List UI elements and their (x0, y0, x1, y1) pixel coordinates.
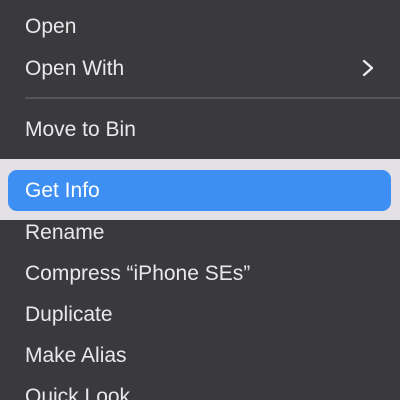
menu-item-open[interactable]: Open (25, 14, 76, 40)
menu-item-open-with[interactable]: Open With (25, 56, 124, 82)
menu-item-move-to-bin[interactable]: Move to Bin (25, 117, 136, 143)
menu-separator (25, 97, 400, 99)
menu-item-quick-look[interactable]: Quick Look (25, 384, 130, 400)
chevron-right-icon (362, 59, 374, 77)
menu-item-get-info[interactable]: Get Info (25, 178, 100, 204)
context-menu: Open Open With Move to Bin Get Info Rena… (0, 0, 400, 400)
menu-item-make-alias[interactable]: Make Alias (25, 343, 127, 369)
menu-item-compress[interactable]: Compress “iPhone SEs” (25, 261, 250, 287)
menu-item-rename[interactable]: Rename (25, 220, 104, 246)
menu-item-duplicate[interactable]: Duplicate (25, 302, 113, 328)
